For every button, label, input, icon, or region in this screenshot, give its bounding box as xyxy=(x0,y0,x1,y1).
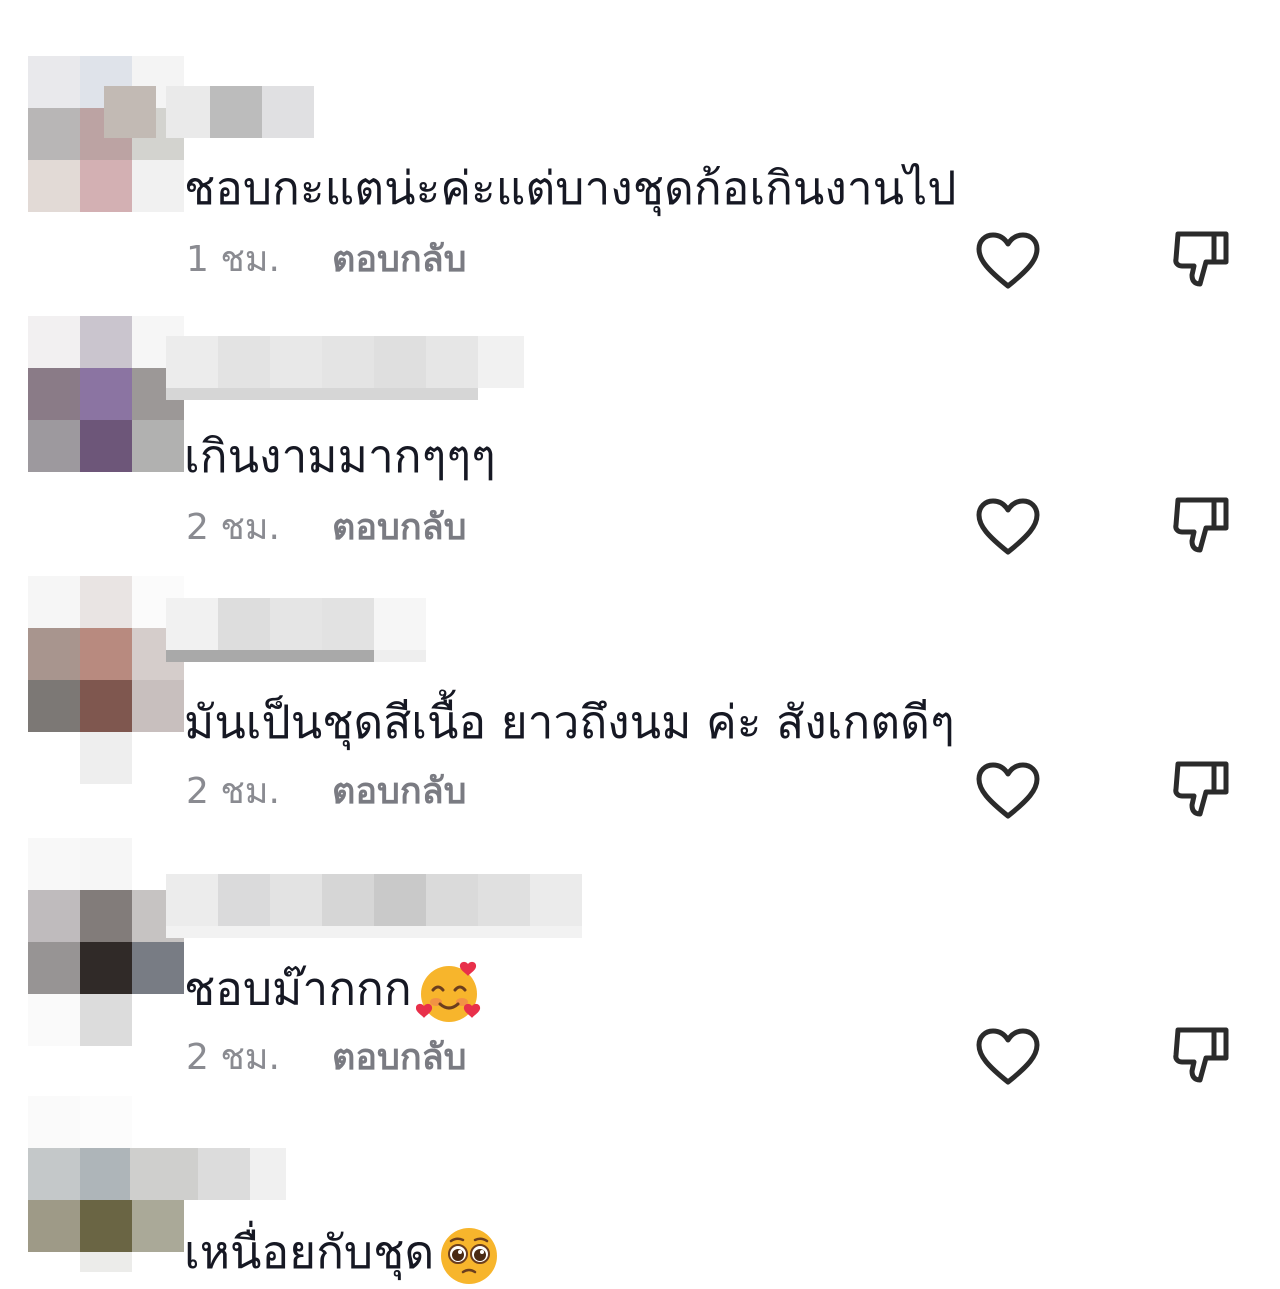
comment-text: เหนื่อยกับชุด xyxy=(184,1224,500,1287)
comment-text-content: มันเป็นชุดสีเนื้อ ยาวถึงนม ค่ะ สังเกตดีๆ xyxy=(184,695,955,749)
heart-icon[interactable] xyxy=(976,498,1040,556)
heart-icon[interactable] xyxy=(976,762,1040,820)
avatar[interactable] xyxy=(28,838,184,1046)
thumbs-down-icon[interactable] xyxy=(1170,1024,1232,1086)
username-blurred[interactable] xyxy=(104,86,374,138)
comment-meta: 1 ชม. ตอบกลับ xyxy=(186,238,467,282)
comment-text: เกินงามมากๆๆๆ xyxy=(184,428,496,484)
heart-icon[interactable] xyxy=(976,1028,1040,1086)
thumbs-down-icon[interactable] xyxy=(1170,758,1232,820)
comment-time: 1 ชม. xyxy=(186,239,280,280)
comment-time: 2 ชม. xyxy=(186,1037,280,1078)
smiling-face-with-hearts-icon xyxy=(415,961,480,1022)
heart-icon[interactable] xyxy=(976,232,1040,290)
comment-time: 2 ชม. xyxy=(186,507,280,548)
comment-text-content: ชอบม๊ากกก xyxy=(184,961,412,1016)
comment-text: ชอบกะแตน่ะค่ะแต่บางชุดก้อเกินงานไป xyxy=(184,160,956,216)
comment-text-content: เกินงามมากๆๆๆ xyxy=(184,429,496,483)
reply-button[interactable]: ตอบกลับ xyxy=(332,1036,467,1080)
comment-meta: 2 ชม. ตอบกลับ xyxy=(186,506,467,550)
reply-button[interactable]: ตอบกลับ xyxy=(332,506,467,550)
comment-time: 2 ชม. xyxy=(186,771,280,812)
thumbs-down-icon[interactable] xyxy=(1170,228,1232,290)
comment-text: ชอบม๊ากกก xyxy=(184,960,482,1024)
comment-text: มันเป็นชุดสีเนื้อ ยาวถึงนม ค่ะ สังเกตดีๆ xyxy=(184,694,955,750)
username-blurred[interactable] xyxy=(166,598,426,662)
reply-button[interactable]: ตอบกลับ xyxy=(332,238,467,282)
comment-text-content: ชอบกะแตน่ะค่ะแต่บางชุดก้อเกินงานไป xyxy=(184,161,957,215)
comment-text-content: เหนื่อยกับชุด xyxy=(184,1225,435,1279)
comment-meta: 2 ชม. ตอบกลับ xyxy=(186,1036,467,1080)
thumbs-down-icon[interactable] xyxy=(1170,494,1232,556)
reply-button[interactable]: ตอบกลับ xyxy=(332,770,467,814)
avatar[interactable] xyxy=(28,316,184,472)
username-blurred[interactable] xyxy=(166,874,582,938)
comment-meta: 2 ชม. ตอบกลับ xyxy=(186,770,467,814)
avatar[interactable] xyxy=(28,576,184,784)
username-blurred[interactable] xyxy=(166,336,524,400)
username-blurred[interactable] xyxy=(130,1148,286,1200)
pleading-face-icon xyxy=(441,1227,498,1284)
